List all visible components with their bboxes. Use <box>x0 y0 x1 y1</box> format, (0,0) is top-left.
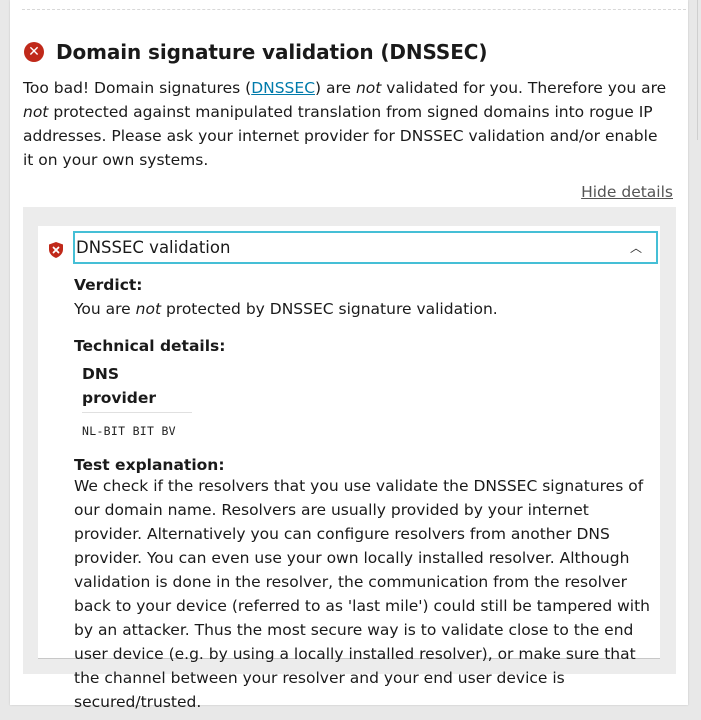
explanation-text: We check if the resolvers that you use v… <box>74 477 650 711</box>
details-panel: DNSSEC validation ︿ Verdict: You are not… <box>23 207 676 711</box>
technical-section: Technical details: DNS provider NL-BIT B… <box>74 334 654 443</box>
verdict-part: protected by DNSSEC signature validation… <box>161 300 498 318</box>
intro-text: ) are <box>315 79 356 97</box>
divider <box>22 9 686 10</box>
dnssec-link[interactable]: DNSSEC <box>251 79 315 97</box>
verdict-section: Verdict: You are not protected by DNSSEC… <box>74 273 654 321</box>
verdict-label: Verdict: <box>74 276 143 294</box>
dnssec-validation-toggle[interactable]: DNSSEC validation ︿ <box>73 231 658 264</box>
intro-emphasis: not <box>355 79 382 97</box>
intro-text: Too bad! Domain signatures ( <box>23 79 252 97</box>
details-body: Verdict: You are not protected by DNSSEC… <box>74 273 654 714</box>
technical-label: Technical details: <box>74 337 226 355</box>
scrollbar-track <box>697 0 698 140</box>
details-title: DNSSEC validation <box>76 238 231 257</box>
section-intro: Too bad! Domain signatures (DNSSEC) are … <box>23 76 671 172</box>
shield-x-icon <box>49 242 63 258</box>
table-cell: NL-BIT BIT BV <box>82 424 176 438</box>
verdict-emphasis: not <box>135 300 162 318</box>
test-result-card: ✕ Domain signature validation (DNSSEC) T… <box>10 0 688 711</box>
hide-details-link[interactable]: Hide details <box>581 183 673 201</box>
details-item: DNSSEC validation ︿ Verdict: You are not… <box>38 226 660 711</box>
table-header: DNS provider <box>82 360 192 413</box>
verdict-text: You are not protected by DNSSEC signatur… <box>74 297 654 321</box>
intro-text: protected against manipulated translatio… <box>23 103 658 169</box>
intro-emphasis: not <box>23 103 49 121</box>
chevron-up-icon: ︿ <box>629 241 642 255</box>
error-x-icon: ✕ <box>24 42 44 62</box>
section-title: Domain signature validation (DNSSEC) <box>56 40 488 64</box>
explanation-label: Test explanation: <box>74 456 225 474</box>
section-heading-row: ✕ Domain signature validation (DNSSEC) <box>24 40 488 64</box>
table-row: NL-BIT BIT BV <box>82 413 192 444</box>
verdict-part: You are <box>74 300 136 318</box>
intro-text: validated for you. Therefore you are <box>381 79 667 97</box>
explanation-section: Test explanation: We check if the resolv… <box>74 456 654 714</box>
dns-provider-table: DNS provider NL-BIT BIT BV <box>82 360 192 443</box>
